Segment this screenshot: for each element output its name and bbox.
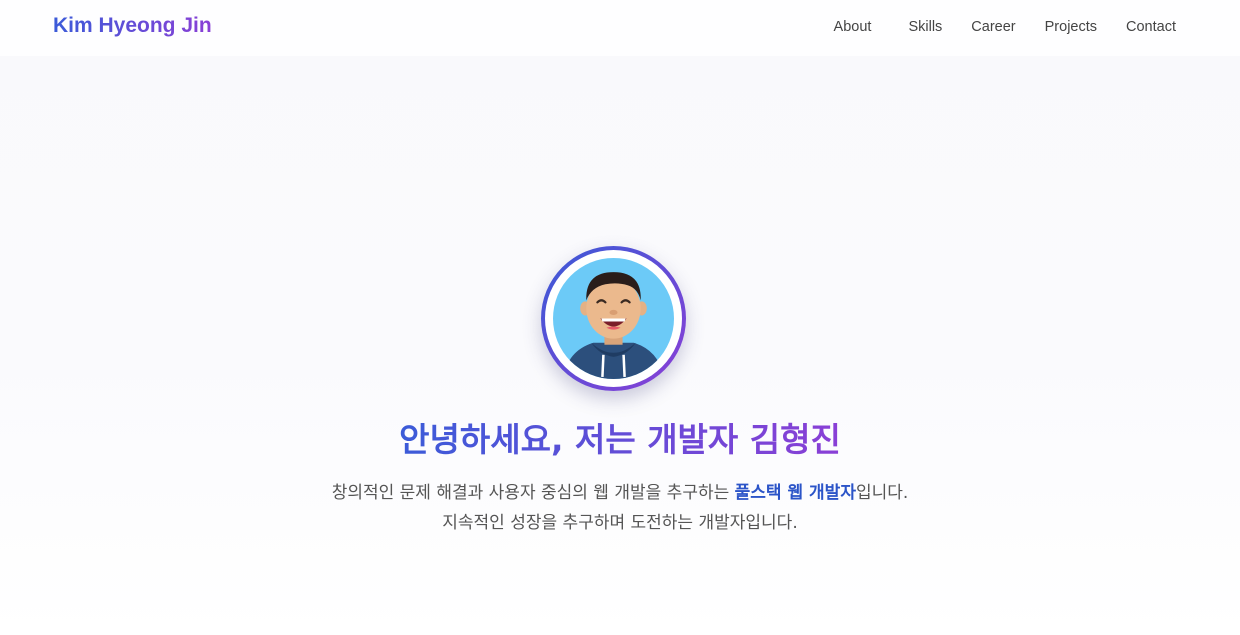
developer-avatar-icon [553, 258, 674, 379]
hero-description-line-2: 지속적인 성장을 추구하며 도전하는 개발자입니다. [442, 513, 798, 533]
desc-line1-prefix: 창의적인 문제 해결과 사용자 중심의 웹 개발을 추구하는 [331, 483, 735, 503]
hero-title-text: 안녕하세요, 저는 개발자 김형진 [399, 420, 841, 459]
avatar [541, 246, 686, 391]
avatar-frame [545, 250, 682, 387]
desc-line1-suffix: 입니다. [855, 483, 909, 503]
hero-section: 안녕하세요, 저는 개발자 김형진 창의적인 문제 해결과 사용자 중심의 웹 … [0, 0, 1240, 635]
desc-highlight-fullstack: 풀스택 웹 개발자 [734, 483, 856, 503]
hero-description-line-1: 창의적인 문제 해결과 사용자 중심의 웹 개발을 추구하는 풀스택 웹 개발자… [0, 478, 1240, 508]
hero-description: 창의적인 문제 해결과 사용자 중심의 웹 개발을 추구하는 풀스택 웹 개발자… [0, 478, 1240, 538]
hero-title: 안녕하세요, 저는 개발자 김형진 [0, 413, 1240, 461]
